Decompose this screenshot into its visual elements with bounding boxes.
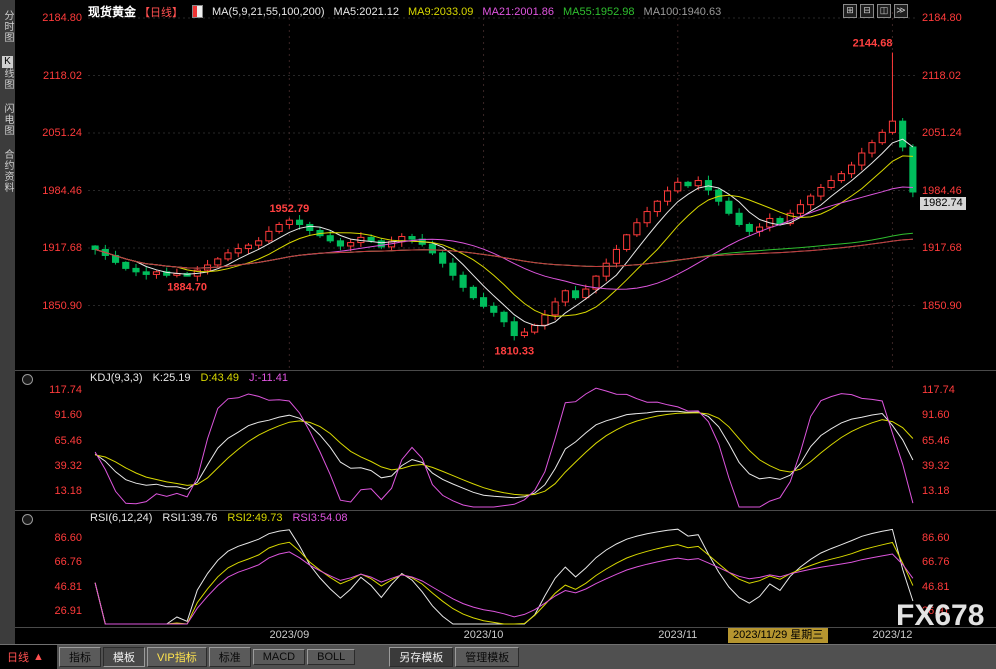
toolbar-button-template[interactable]: 模板	[103, 647, 145, 667]
sidebar-tab-kline-chart[interactable]: K线图	[1, 56, 14, 90]
rsi-tick-label: 46.81	[20, 581, 82, 593]
toolbar-button-manage-template[interactable]: 管理模板	[455, 647, 519, 667]
kdj-tick-label: 91.60	[20, 409, 82, 421]
watermark: FX678	[896, 599, 984, 633]
pane-grid-icon[interactable]: ⊞	[843, 4, 857, 18]
price-tick-label: 1850.90	[20, 300, 82, 312]
ma21-value: MA21:2001.86	[482, 6, 554, 18]
kdj-d-value: D:43.49	[201, 372, 240, 384]
kdj-tick-label: 65.46	[922, 435, 950, 447]
rsi2-value: RSI2:49.73	[227, 512, 282, 524]
x-axis-label: 2023/10	[464, 629, 504, 641]
bottom-toolbar: 日线 ▲ 指标 模板 VIP指标 标准 MACD BOLL 另存模板 管理模板	[0, 644, 996, 669]
toolbar-button-standard[interactable]: 标准	[209, 647, 251, 667]
kline-style-icon[interactable]	[192, 5, 203, 18]
svg-text:1810.33: 1810.33	[494, 345, 534, 357]
rsi-tick-label: 86.60	[20, 532, 82, 544]
kdj-k-value: K:25.19	[153, 372, 191, 384]
rsi-tick-label: 86.60	[922, 532, 950, 544]
price-tick-label: 1984.46	[20, 185, 82, 197]
x-axis-label: 2023/11	[658, 629, 697, 641]
svg-text:1884.70: 1884.70	[167, 281, 207, 293]
kdj-j-value: J:-11.41	[249, 372, 288, 384]
chart-canvas[interactable]: 2144.68 1952.79 1884.70 1810.33	[0, 0, 996, 669]
toolbar-button-save-template[interactable]: 另存模板	[389, 647, 453, 667]
rsi-tick-label: 26.91	[20, 605, 82, 617]
kdj-tick-label: 65.46	[20, 435, 82, 447]
toolbar-button-macd[interactable]: MACD	[253, 649, 305, 665]
price-tick-label: 2051.24	[922, 127, 962, 139]
pane-layout-toolbar: ⊞ ⊟ ◫ ≫	[843, 4, 908, 18]
ma55-value: MA55:1952.98	[563, 6, 635, 18]
toolbar-button-indicators[interactable]: 指标	[59, 647, 101, 667]
svg-text:2144.68: 2144.68	[853, 38, 893, 50]
rsi-tick-label: 46.81	[922, 581, 950, 593]
sidebar-tab-lightning-chart[interactable]: 闪电图	[1, 103, 14, 136]
kdj-name: KDJ(9,3,3)	[90, 372, 143, 384]
ma100-value: MA100:1940.63	[644, 6, 722, 18]
chart-legend: 现货黄金 【日线】 MA(5,9,21,55,100,200) MA5:2021…	[88, 3, 721, 20]
kdj-tick-label: 13.18	[922, 485, 950, 497]
rsi-indicator-header: RSI(6,12,24) RSI1:39.76 RSI2:49.73 RSI3:…	[90, 512, 348, 524]
svg-text:1952.79: 1952.79	[269, 203, 309, 215]
rsi-name: RSI(6,12,24)	[90, 512, 152, 524]
toolbar-button-vip-indicators[interactable]: VIP指标	[147, 647, 207, 667]
pane-rows-icon[interactable]: ⊟	[860, 4, 874, 18]
price-tick-label: 1917.68	[20, 242, 82, 254]
price-tick-label: 2184.80	[20, 12, 82, 24]
current-price-tag: 1982.74	[920, 197, 966, 210]
symbol-title: 现货黄金	[88, 3, 136, 20]
kline-tab-label: 线图	[2, 68, 13, 90]
kdj-indicator-header: KDJ(9,3,3) K:25.19 D:43.49 J:-11.41	[90, 372, 288, 384]
rsi1-value: RSI1:39.76	[162, 512, 217, 524]
price-tick-label: 2184.80	[922, 12, 962, 24]
kdj-tick-label: 39.32	[922, 460, 950, 472]
sidebar-tab-time-chart[interactable]: 分时图	[1, 10, 14, 43]
left-sidebar: 分时图 K线图 闪电图 合约资料	[0, 0, 15, 644]
price-tick-label: 2051.24	[20, 127, 82, 139]
ma9-value: MA9:2033.09	[408, 6, 473, 18]
panel-divider	[15, 370, 996, 371]
ma-group-label: MA(5,9,21,55,100,200)	[212, 6, 325, 18]
pane-columns-icon[interactable]: ◫	[877, 4, 891, 18]
period-selector[interactable]: 日线 ▲	[0, 645, 57, 669]
rsi-tick-label: 66.76	[922, 556, 950, 568]
price-tick-label: 1984.46	[922, 185, 962, 197]
period-label: 日线	[7, 649, 29, 665]
period-bracket-label: 【日线】	[139, 4, 183, 20]
up-arrow-icon: ▲	[33, 651, 44, 663]
price-tick-label: 1917.68	[922, 242, 962, 254]
kdj-tick-label: 13.18	[20, 485, 82, 497]
kline-hotkey: K	[2, 56, 13, 68]
price-tick-label: 1850.90	[922, 300, 962, 312]
kdj-tick-label: 117.74	[922, 384, 955, 396]
sidebar-tab-contract-info[interactable]: 合约资料	[1, 149, 14, 193]
panel-divider	[15, 510, 996, 511]
ma5-value: MA5:2021.12	[334, 6, 399, 18]
price-tick-label: 2118.02	[922, 70, 961, 82]
kdj-tick-label: 91.60	[922, 409, 950, 421]
pane-next-icon[interactable]: ≫	[894, 4, 908, 18]
panel-divider	[15, 627, 996, 628]
trading-app: 2144.68 1952.79 1884.70 1810.33 分时图 K线图 闪电图…	[0, 0, 996, 669]
price-tick-label: 2118.02	[20, 70, 82, 82]
x-axis-label: 2023/09	[269, 629, 309, 641]
rsi3-value: RSI3:54.08	[292, 512, 347, 524]
toolbar-button-boll[interactable]: BOLL	[307, 649, 355, 665]
kdj-tick-label: 117.74	[20, 384, 82, 396]
selected-date-label: 2023/11/29 星期三	[728, 628, 828, 643]
kdj-tick-label: 39.32	[20, 460, 82, 472]
rsi-collapse-icon[interactable]	[22, 514, 33, 525]
rsi-tick-label: 66.76	[20, 556, 82, 568]
